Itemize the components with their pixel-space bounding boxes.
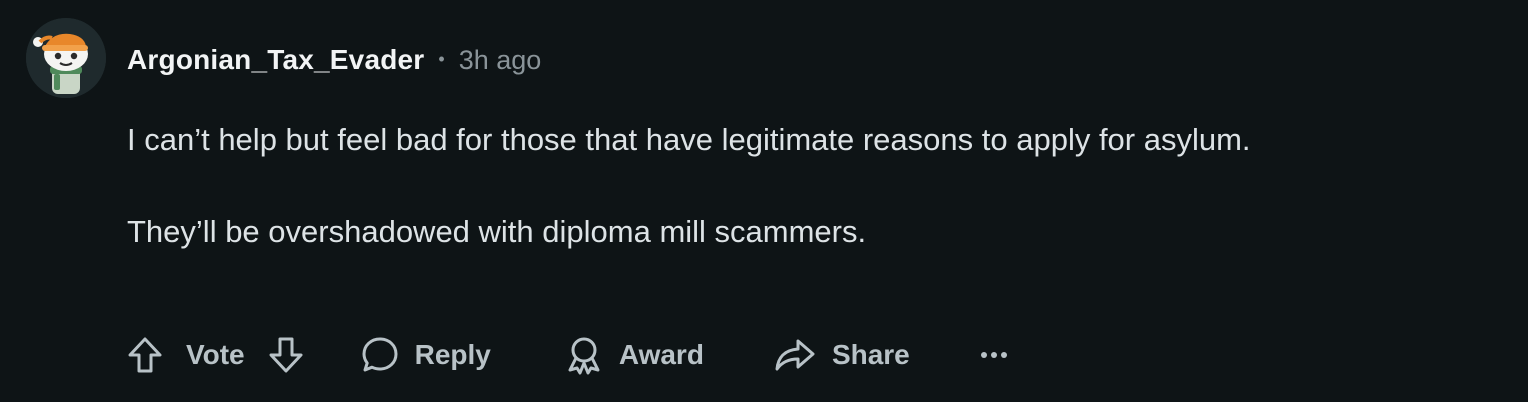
- arrow-down-outline-icon: [269, 337, 303, 373]
- ellipsis-icon: [980, 352, 1007, 358]
- snoo-avatar-icon: [26, 18, 106, 98]
- more-options-button[interactable]: [980, 350, 1008, 360]
- comment: Argonian_Tax_Evader • 3h ago I can’t hel…: [0, 0, 1528, 402]
- timestamp[interactable]: 3h ago: [459, 45, 542, 76]
- comment-action-bar: Vote Reply Award Share: [126, 330, 1008, 380]
- speech-bubble-icon: [362, 337, 398, 372]
- reply-button[interactable]: Reply: [361, 336, 491, 374]
- arrow-up-outline-icon: [128, 337, 162, 373]
- ribbon-award-icon: [568, 337, 600, 375]
- vote-controls: Vote: [126, 335, 305, 375]
- award-label: Award: [618, 339, 704, 370]
- comment-body: I can’t help but feel bad for those that…: [127, 116, 1387, 256]
- comment-paragraph: They’ll be overshadowed with diploma mil…: [127, 214, 867, 249]
- username-link[interactable]: Argonian_Tax_Evader: [127, 44, 424, 76]
- meta-separator: •: [438, 48, 445, 69]
- award-button[interactable]: Award: [565, 335, 704, 375]
- reply-label: Reply: [414, 339, 491, 370]
- share-arrow-icon: [775, 339, 815, 371]
- downvote-button[interactable]: [267, 335, 305, 375]
- upvote-button[interactable]: [126, 335, 164, 375]
- share-button[interactable]: Share: [774, 336, 910, 374]
- comment-header: Argonian_Tax_Evader • 3h ago: [127, 40, 541, 80]
- vote-label: Vote: [186, 339, 245, 370]
- avatar[interactable]: [26, 18, 106, 98]
- share-label: Share: [831, 339, 910, 370]
- comment-paragraph: I can’t help but feel bad for those that…: [127, 122, 1251, 157]
